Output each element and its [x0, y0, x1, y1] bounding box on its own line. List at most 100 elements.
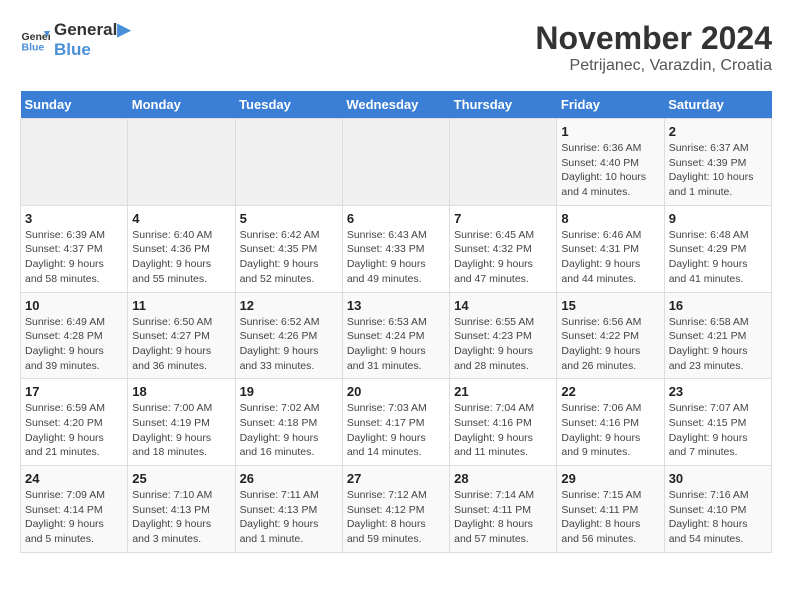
- calendar-cell: 23Sunrise: 7:07 AM Sunset: 4:15 PM Dayli…: [664, 379, 771, 466]
- day-number: 26: [240, 471, 338, 486]
- day-number: 8: [561, 211, 659, 226]
- logo-general-text: General▶: [54, 20, 130, 40]
- calendar-cell: 6 Sunrise: 6:43 AM Sunset: 4:33 PM Daylig…: [342, 205, 449, 292]
- day-info: Sunrise: 7:04 AM Sunset: 4:16 PM Dayligh…: [454, 401, 552, 460]
- day-number: 27: [347, 471, 445, 486]
- day-number: 18: [132, 384, 230, 399]
- day-number: 7: [454, 211, 552, 226]
- day-info: Sunrise: 6:40 AM Sunset: 4:36 PM Dayligh…: [132, 228, 230, 287]
- month-title: November 2024: [535, 20, 772, 57]
- day-info: Sunrise: 6:48 AM Sunset: 4:29 PM Dayligh…: [669, 228, 767, 287]
- day-info: Sunrise: 6:49 AM Sunset: 4:28 PM Dayligh…: [25, 315, 123, 374]
- calendar-cell: 27 Sunrise: 7:12 AM Sunset: 4:12 PM Dayli…: [342, 466, 449, 553]
- calendar-cell: 5 Sunrise: 6:42 AM Sunset: 4:35 PM Daylig…: [235, 205, 342, 292]
- calendar-cell: 16 Sunrise: 6:58 AM Sunset: 4:21 PM Dayli…: [664, 292, 771, 379]
- day-info: Sunrise: 7:15 AM Sunset: 4:11 PM Dayligh…: [561, 488, 659, 547]
- calendar-cell: 14 Sunrise: 6:55 AM Sunset: 4:23 PM Dayli…: [450, 292, 557, 379]
- calendar-table: SundayMondayTuesdayWednesdayThursdayFrid…: [20, 91, 772, 553]
- day-number: 5: [240, 211, 338, 226]
- day-info: Sunrise: 7:03 AM Sunset: 4:17 PM Dayligh…: [347, 401, 445, 460]
- calendar-cell: 4Sunrise: 6:40 AM Sunset: 4:36 PM Daylig…: [128, 205, 235, 292]
- calendar-cell: 3Sunrise: 6:39 AM Sunset: 4:37 PM Daylig…: [21, 205, 128, 292]
- col-header-wednesday: Wednesday: [342, 91, 449, 119]
- day-number: 14: [454, 298, 552, 313]
- day-info: Sunrise: 6:43 AM Sunset: 4:33 PM Dayligh…: [347, 228, 445, 287]
- calendar-cell: 13Sunrise: 6:53 AM Sunset: 4:24 PM Dayli…: [342, 292, 449, 379]
- day-number: 29: [561, 471, 659, 486]
- calendar-week-3: 10 Sunrise: 6:49 AM Sunset: 4:28 PM Dayli…: [21, 292, 772, 379]
- day-number: 16: [669, 298, 767, 313]
- calendar-cell: 10 Sunrise: 6:49 AM Sunset: 4:28 PM Dayli…: [21, 292, 128, 379]
- calendar-cell: 1 Sunrise: 6:36 AM Sunset: 4:40 PM Daylig…: [557, 119, 664, 206]
- calendar-cell: [235, 119, 342, 206]
- day-info: Sunrise: 6:50 AM Sunset: 4:27 PM Dayligh…: [132, 315, 230, 374]
- calendar-cell: 29 Sunrise: 7:15 AM Sunset: 4:11 PM Dayli…: [557, 466, 664, 553]
- day-info: Sunrise: 7:11 AM Sunset: 4:13 PM Dayligh…: [240, 488, 338, 547]
- calendar-cell: 12Sunrise: 6:52 AM Sunset: 4:26 PM Dayli…: [235, 292, 342, 379]
- day-info: Sunrise: 6:37 AM Sunset: 4:39 PM Dayligh…: [669, 141, 767, 200]
- day-info: Sunrise: 6:56 AM Sunset: 4:22 PM Dayligh…: [561, 315, 659, 374]
- calendar-cell: 11 Sunrise: 6:50 AM Sunset: 4:27 PM Dayli…: [128, 292, 235, 379]
- day-number: 12: [240, 298, 338, 313]
- day-number: 13: [347, 298, 445, 313]
- day-info: Sunrise: 6:58 AM Sunset: 4:21 PM Dayligh…: [669, 315, 767, 374]
- day-info: Sunrise: 7:09 AM Sunset: 4:14 PM Dayligh…: [25, 488, 123, 547]
- calendar-cell: [450, 119, 557, 206]
- day-info: Sunrise: 6:45 AM Sunset: 4:32 PM Dayligh…: [454, 228, 552, 287]
- calendar-cell: 25 Sunrise: 7:10 AM Sunset: 4:13 PM Dayli…: [128, 466, 235, 553]
- logo: General Blue General▶ Blue: [20, 20, 130, 61]
- day-number: 20: [347, 384, 445, 399]
- calendar-cell: 9 Sunrise: 6:48 AM Sunset: 4:29 PM Daylig…: [664, 205, 771, 292]
- calendar-cell: 15 Sunrise: 6:56 AM Sunset: 4:22 PM Dayli…: [557, 292, 664, 379]
- day-number: 1: [561, 124, 659, 139]
- day-info: Sunrise: 7:00 AM Sunset: 4:19 PM Dayligh…: [132, 401, 230, 460]
- day-info: Sunrise: 6:55 AM Sunset: 4:23 PM Dayligh…: [454, 315, 552, 374]
- calendar-cell: [21, 119, 128, 206]
- day-number: 28: [454, 471, 552, 486]
- day-number: 17: [25, 384, 123, 399]
- logo-icon: General Blue: [20, 25, 50, 55]
- day-number: 30: [669, 471, 767, 486]
- day-number: 6: [347, 211, 445, 226]
- calendar-cell: 8 Sunrise: 6:46 AM Sunset: 4:31 PM Daylig…: [557, 205, 664, 292]
- calendar-cell: 18 Sunrise: 7:00 AM Sunset: 4:19 PM Dayli…: [128, 379, 235, 466]
- col-header-thursday: Thursday: [450, 91, 557, 119]
- col-header-saturday: Saturday: [664, 91, 771, 119]
- logo-blue-text: Blue: [54, 40, 130, 60]
- day-info: Sunrise: 6:39 AM Sunset: 4:37 PM Dayligh…: [25, 228, 123, 287]
- calendar-cell: 22Sunrise: 7:06 AM Sunset: 4:16 PM Dayli…: [557, 379, 664, 466]
- day-number: 23: [669, 384, 767, 399]
- day-info: Sunrise: 7:14 AM Sunset: 4:11 PM Dayligh…: [454, 488, 552, 547]
- col-header-friday: Friday: [557, 91, 664, 119]
- day-info: Sunrise: 6:46 AM Sunset: 4:31 PM Dayligh…: [561, 228, 659, 287]
- day-info: Sunrise: 6:36 AM Sunset: 4:40 PM Dayligh…: [561, 141, 659, 200]
- day-number: 25: [132, 471, 230, 486]
- calendar-cell: 17 Sunrise: 6:59 AM Sunset: 4:20 PM Dayli…: [21, 379, 128, 466]
- calendar-cell: 24 Sunrise: 7:09 AM Sunset: 4:14 PM Dayli…: [21, 466, 128, 553]
- calendar-cell: [342, 119, 449, 206]
- calendar-week-2: 3Sunrise: 6:39 AM Sunset: 4:37 PM Daylig…: [21, 205, 772, 292]
- day-number: 9: [669, 211, 767, 226]
- calendar-cell: 20 Sunrise: 7:03 AM Sunset: 4:17 PM Dayli…: [342, 379, 449, 466]
- day-info: Sunrise: 6:59 AM Sunset: 4:20 PM Dayligh…: [25, 401, 123, 460]
- day-info: Sunrise: 7:12 AM Sunset: 4:12 PM Dayligh…: [347, 488, 445, 547]
- day-info: Sunrise: 6:42 AM Sunset: 4:35 PM Dayligh…: [240, 228, 338, 287]
- col-header-sunday: Sunday: [21, 91, 128, 119]
- calendar-cell: 19Sunrise: 7:02 AM Sunset: 4:18 PM Dayli…: [235, 379, 342, 466]
- calendar-cell: 21 Sunrise: 7:04 AM Sunset: 4:16 PM Dayli…: [450, 379, 557, 466]
- day-info: Sunrise: 7:10 AM Sunset: 4:13 PM Dayligh…: [132, 488, 230, 547]
- day-number: 19: [240, 384, 338, 399]
- day-number: 11: [132, 298, 230, 313]
- col-header-monday: Monday: [128, 91, 235, 119]
- day-number: 2: [669, 124, 767, 139]
- calendar-cell: 28 Sunrise: 7:14 AM Sunset: 4:11 PM Dayli…: [450, 466, 557, 553]
- day-number: 24: [25, 471, 123, 486]
- day-number: 10: [25, 298, 123, 313]
- calendar-week-4: 17 Sunrise: 6:59 AM Sunset: 4:20 PM Dayli…: [21, 379, 772, 466]
- day-number: 21: [454, 384, 552, 399]
- day-number: 15: [561, 298, 659, 313]
- calendar-cell: 30Sunrise: 7:16 AM Sunset: 4:10 PM Dayli…: [664, 466, 771, 553]
- calendar-cell: 26 Sunrise: 7:11 AM Sunset: 4:13 PM Dayli…: [235, 466, 342, 553]
- calendar-week-5: 24 Sunrise: 7:09 AM Sunset: 4:14 PM Dayli…: [21, 466, 772, 553]
- page-header: General Blue General▶ Blue November 2024…: [20, 20, 772, 75]
